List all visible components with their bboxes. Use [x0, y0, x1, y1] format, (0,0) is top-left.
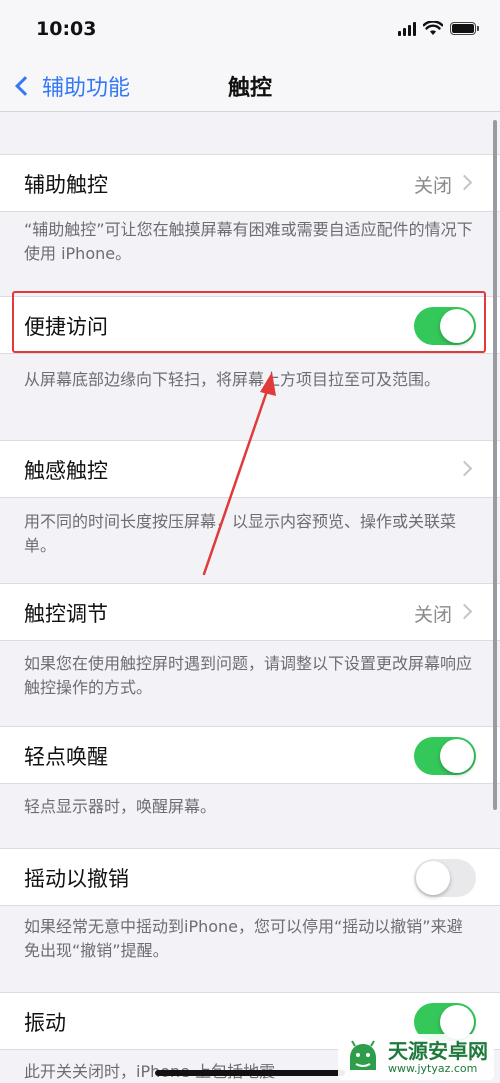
- scroll-indicator[interactable]: [493, 120, 497, 810]
- annotation-arrow: [202, 372, 276, 576]
- watermark-url: www.jytyaz.com: [388, 1061, 478, 1075]
- android-logo-icon: [350, 1040, 376, 1070]
- watermark: 天源安卓网 www.jytyaz.com: [338, 1034, 494, 1080]
- watermark-name: 天源安卓网: [388, 1038, 488, 1063]
- home-indicator[interactable]: [155, 1070, 345, 1076]
